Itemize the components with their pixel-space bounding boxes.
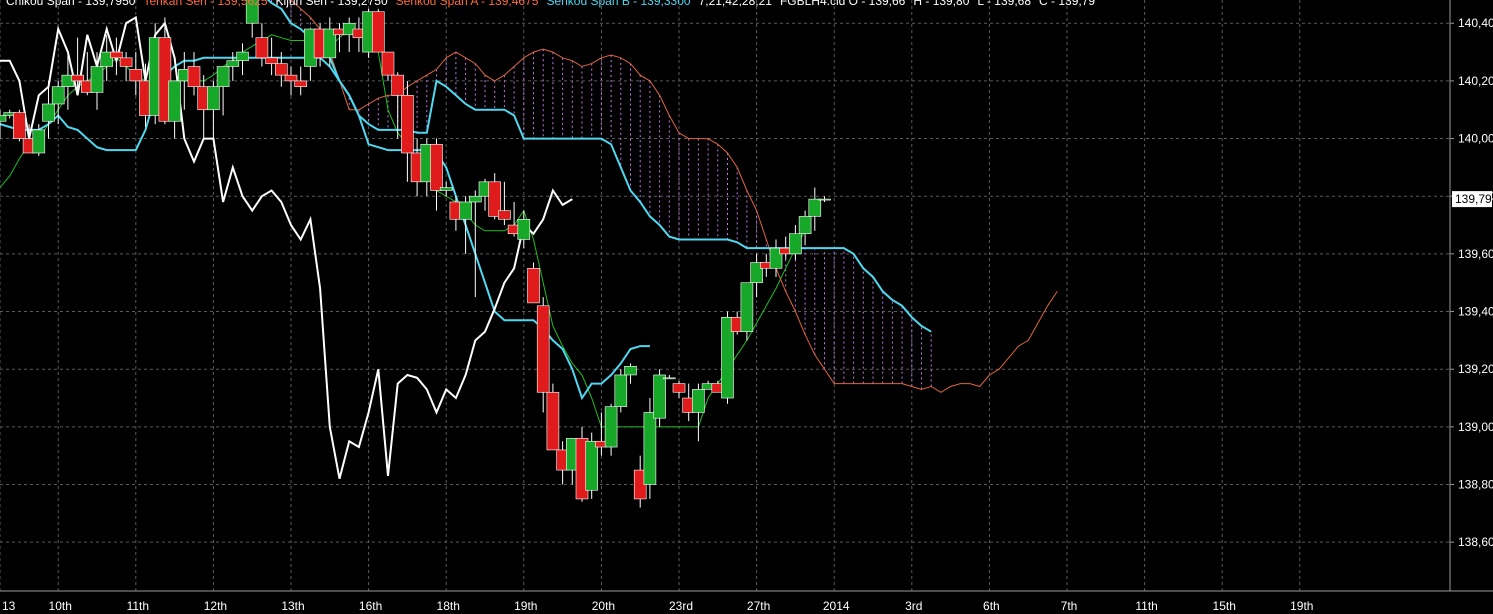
bear-candle (672, 383, 686, 393)
x-tick-label: 19th (1290, 599, 1313, 613)
bull-candle (226, 60, 240, 67)
bear-candle (110, 51, 123, 59)
y-tick-label: 138,80 (1458, 478, 1493, 492)
header-part: Senkou Span B - 139,3300 (546, 0, 690, 8)
header-part: L - 139,68 (977, 0, 1031, 8)
x-tick-label: 23rd (669, 599, 693, 613)
x-tick-label: 12th (204, 599, 227, 613)
bull-candle (662, 377, 676, 380)
bear-candle (13, 112, 26, 139)
y-tick-label: 139,60 (1458, 247, 1493, 261)
x-tick-label: 10th (49, 599, 72, 613)
bear-candle (119, 57, 133, 67)
header-part: Kijun Sen - 139,2750 (276, 0, 388, 8)
x-tick-label: 20th (592, 599, 615, 613)
bear-candle (255, 37, 269, 59)
header-part: FGBLH4.cid O - 139,66 (780, 0, 906, 8)
bear-candle (129, 69, 143, 82)
bull-candle (624, 366, 637, 376)
bear-candle (401, 95, 414, 154)
bull-candle (643, 412, 657, 485)
bear-candle (391, 74, 405, 96)
bear-candle (430, 144, 443, 191)
y-tick-label: 138,60 (1458, 535, 1493, 549)
last-price-label: 139,79 (1455, 192, 1492, 206)
x-tick-label: 27th (747, 599, 770, 613)
bull-candle (585, 440, 599, 491)
bear-candle (294, 80, 308, 87)
y-tick-label: 140,00 (1458, 132, 1493, 146)
bear-candle (371, 11, 385, 53)
header-part: Chikou Span - 139,7950 (6, 0, 136, 8)
bear-candle (527, 267, 540, 304)
x-tick-label: 18th (437, 599, 460, 613)
bull-candle (692, 389, 705, 413)
y-tick-label: 140,20 (1458, 74, 1493, 88)
x-tick-label: 16th (359, 599, 382, 613)
bull-candle (439, 187, 453, 191)
x-tick-label: 19th (514, 599, 537, 613)
bull-candle (32, 129, 46, 154)
y-tick-label: 139,00 (1458, 420, 1493, 434)
bull-candle (468, 195, 482, 203)
bull-candle (236, 51, 249, 62)
x-tick-label: 3rd (905, 599, 922, 613)
ichimoku-chart: 140,40140,20140,00139,80139,60139,40139,… (0, 0, 1493, 614)
x-tick-label: 11th (127, 599, 149, 613)
bear-candle (546, 391, 560, 451)
x-tick-label: 15th (1213, 599, 1236, 613)
bear-candle (71, 74, 84, 82)
x-tick-label: 13 (2, 599, 16, 613)
bull-candle (798, 216, 812, 234)
bull-candle (207, 86, 220, 111)
bear-candle (381, 51, 395, 76)
bull-candle (653, 374, 666, 419)
header-part: H - 139,80 (913, 0, 969, 8)
x-tick-label: 13th (281, 599, 304, 613)
bull-candle (808, 198, 822, 217)
bull-candle (789, 233, 802, 255)
x-tick-label: 11th (1135, 599, 1157, 613)
header-part: Tenkan Sen - 139,5625 (143, 0, 267, 8)
last-price-marker: 139,79 (1452, 191, 1492, 208)
y-tick-label: 140,40 (1458, 16, 1493, 30)
header-part: C - 139,79 (1039, 0, 1095, 8)
bear-candle (284, 74, 298, 82)
bull-candle (614, 374, 628, 407)
bear-candle (536, 305, 550, 393)
bear-candle (187, 66, 201, 87)
header-part: 7,21,42,28,21 (699, 0, 773, 8)
bull-candle (604, 406, 618, 448)
y-tick-label: 139,40 (1458, 305, 1493, 319)
bull-candle (0, 115, 7, 122)
x-tick-label: 6th (983, 599, 1000, 613)
x-tick-label: 2014 (823, 599, 850, 613)
bear-candle (498, 210, 511, 220)
bear-candle (265, 57, 278, 64)
bull-candle (818, 198, 831, 201)
bull-candle (90, 66, 104, 93)
y-tick-label: 139,20 (1458, 362, 1493, 376)
bull-candle (216, 66, 230, 87)
bull-candle (51, 86, 65, 105)
bull-candle (459, 201, 472, 220)
indicator-header: Chikou Span - 139,7950 Tenkan Sen - 139,5… (6, 0, 1095, 8)
bear-candle (274, 63, 288, 76)
bull-candle (740, 282, 754, 333)
bull-candle (168, 80, 181, 122)
bull-candle (42, 103, 55, 122)
header-part: Senkou Span A - 139,4675 (396, 0, 539, 8)
bull-candle (517, 218, 531, 240)
x-tick-label: 7th (1061, 599, 1078, 613)
